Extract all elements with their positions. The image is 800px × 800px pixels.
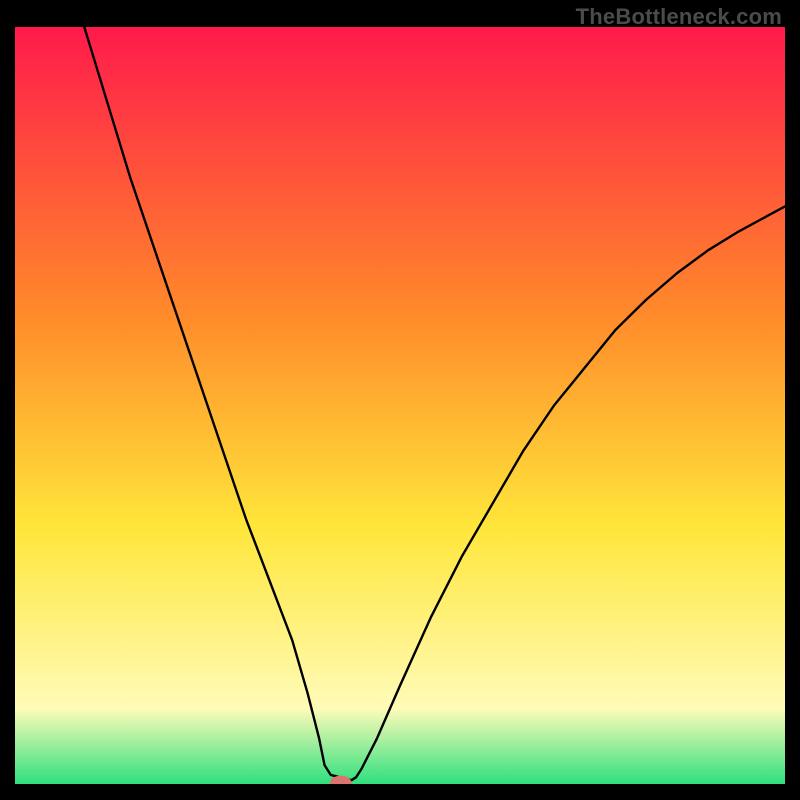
plot-area bbox=[15, 27, 785, 784]
bottleneck-chart bbox=[15, 27, 785, 784]
chart-container: TheBottleneck.com bbox=[0, 0, 800, 800]
gradient-background bbox=[15, 27, 785, 784]
